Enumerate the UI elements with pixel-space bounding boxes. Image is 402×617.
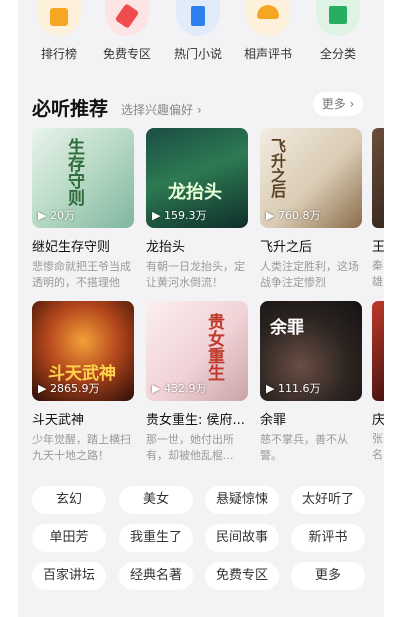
book-card[interactable]: 斗天武神 ▶ 2865.9万 斗天武神 少年觉醒，踏上横扫九天十地之路！: [32, 301, 134, 464]
cover-title-art: 余罪: [270, 318, 304, 338]
book-description: 那一世，她付出所有，却被他乱棍...: [146, 433, 234, 462]
tag-folk-stories[interactable]: 民间故事: [205, 524, 279, 552]
book-icon: [176, 0, 220, 36]
book-card-partial[interactable]: [372, 301, 384, 401]
cover-title-art: 龙抬头: [168, 182, 222, 203]
tag-great-listen[interactable]: 太好听了: [291, 486, 365, 514]
category-label: 免费专区: [102, 47, 151, 61]
section-title: 必听推荐: [32, 98, 109, 120]
book-title-partial: 王: [372, 240, 384, 255]
tag-suspense[interactable]: 悬疑惊悚: [205, 486, 279, 514]
book-description: 人类注定胜利，这场战争注定惨烈: [260, 260, 359, 289]
cover-title-art: 贵女重生: [204, 313, 224, 381]
more-button[interactable]: 更多 ›: [313, 92, 363, 116]
tag-lecture-room[interactable]: 百家讲坛: [32, 562, 106, 590]
category-free[interactable]: 免费专区: [95, 0, 159, 62]
book-title: 余罪: [260, 413, 287, 428]
book-description-partial: 秦 雄: [372, 259, 383, 288]
tag-classics[interactable]: 经典名著: [119, 562, 193, 590]
book-title-partial: 庆: [372, 413, 384, 428]
play-count: ▶ 111.6万: [266, 382, 321, 395]
tag-free-zone[interactable]: 免费专区: [205, 562, 279, 590]
book-description-partial: 张 名: [372, 432, 383, 461]
category-ranking[interactable]: 排行榜: [27, 0, 91, 62]
book-card[interactable]: 贵女重生 ▶ 432.9万 贵女重生: 侯府... 那一世，她付出所有，却被他乱…: [146, 301, 248, 464]
book-cover: 斗天武神 ▶ 2865.9万: [32, 301, 134, 401]
book-title: 龙抬头: [146, 240, 186, 255]
tag-shan-tianfang[interactable]: 单田芳: [32, 524, 106, 552]
book-description: 慈不掌兵，善不从警。: [260, 433, 348, 462]
book-cover: 贵女重生 ▶ 432.9万: [146, 301, 248, 401]
book-title: 继妃生存守则: [32, 240, 111, 255]
play-count: ▶ 432.9万: [152, 382, 207, 395]
tag-beauty[interactable]: 美女: [119, 486, 193, 514]
fan-icon: [246, 0, 290, 36]
book-card-partial[interactable]: [372, 128, 384, 228]
play-count: ▶ 159.3万: [152, 209, 207, 222]
tag-rebirth[interactable]: 我重生了: [119, 524, 193, 552]
book-card[interactable]: 龙抬头 ▶ 159.3万 龙抬头 有朝一日龙抬头，定让黄河水倒流！: [146, 128, 248, 291]
book-card[interactable]: 余罪 ▶ 111.6万 余罪 慈不掌兵，善不从警。: [260, 301, 362, 464]
cover-title-art: 飞升之后: [269, 138, 287, 198]
category-label: 热门小说: [173, 47, 222, 61]
book-cover: 生存守则 ▶ 20万: [32, 128, 134, 228]
category-label: 全分类: [319, 47, 356, 61]
category-label: 相声评书: [243, 47, 292, 61]
free-tag-icon: [105, 0, 149, 36]
category-all[interactable]: 全分类: [306, 0, 370, 62]
category-crosstalk[interactable]: 相声评书: [236, 0, 300, 62]
category-label: 排行榜: [40, 47, 77, 61]
book-description: 悲惨命就把王爷当成透明的，不搭理他: [32, 260, 131, 289]
book-title: 贵女重生: 侯府...: [146, 413, 245, 428]
book-title: 斗天武神: [32, 413, 85, 428]
book-card[interactable]: 生存守则 ▶ 20万 继妃生存守则 悲惨命就把王爷当成透明的，不搭理他: [32, 128, 134, 291]
play-count: ▶ 2865.9万: [38, 382, 100, 395]
book-description: 有朝一日龙抬头，定让黄河水倒流！: [146, 260, 245, 289]
book-title: 飞升之后: [260, 240, 313, 255]
ranking-icon: [37, 0, 81, 36]
play-count: ▶ 760.8万: [266, 209, 321, 222]
book-card[interactable]: 飞升之后 ▶ 760.8万 飞升之后 人类注定胜利，这场战争注定惨烈: [260, 128, 362, 291]
book-description: 少年觉醒，踏上横扫九天十地之路！: [32, 433, 131, 462]
cover-title-art: 生存守则: [64, 138, 84, 206]
book-cover: 飞升之后 ▶ 760.8万: [260, 128, 362, 228]
tag-new-pingshu[interactable]: 新评书: [291, 524, 365, 552]
book-cover: 余罪 ▶ 111.6万: [260, 301, 362, 401]
screen-edge: [384, 0, 402, 617]
tag-more[interactable]: 更多: [291, 562, 365, 590]
category-hot-novels[interactable]: 热门小说: [166, 0, 230, 62]
tag-xuanhuan[interactable]: 玄幻: [32, 486, 106, 514]
play-count: ▶ 20万: [38, 209, 75, 222]
interest-preference-link[interactable]: 选择兴趣偏好 ›: [121, 101, 202, 118]
grid-icon: [316, 0, 360, 36]
book-cover: 龙抬头 ▶ 159.3万: [146, 128, 248, 228]
